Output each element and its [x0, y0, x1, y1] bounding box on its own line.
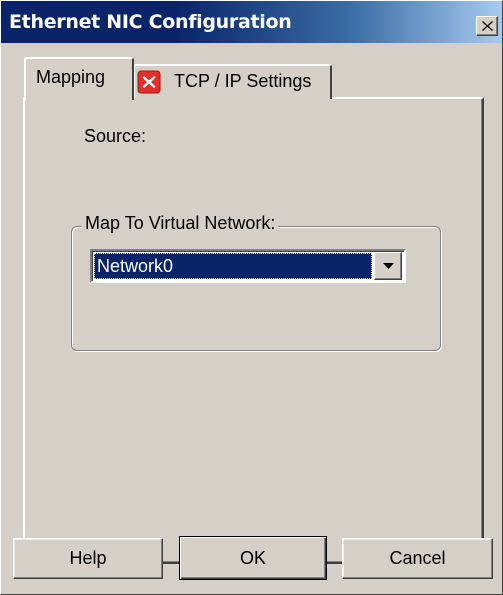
close-button[interactable] [476, 16, 498, 36]
help-button[interactable]: Help [13, 538, 163, 579]
tab-tcp-ip-label: TCP / IP Settings [174, 71, 312, 91]
network-select-value: Network0 [94, 253, 372, 279]
dialog-window: Ethernet NIC Configuration TCP / IP Sett… [0, 0, 503, 595]
close-icon [482, 21, 493, 31]
chevron-down-icon [383, 263, 394, 269]
window-title: Ethernet NIC Configuration [9, 11, 292, 33]
ok-button[interactable]: OK [179, 536, 327, 580]
map-to-network-group [71, 226, 441, 351]
cancel-button[interactable]: Cancel [342, 538, 493, 579]
dropdown-button[interactable] [374, 252, 402, 280]
group-label: Map To Virtual Network: [82, 213, 279, 234]
tab-tcp-ip-settings[interactable]: TCP / IP Settings [133, 64, 332, 99]
tab-mapping[interactable]: Mapping [24, 57, 134, 100]
source-label: Source: [84, 126, 147, 146]
network-select[interactable]: Network0 [90, 249, 406, 283]
title-bar[interactable]: Ethernet NIC Configuration [1, 1, 502, 43]
tab-mapping-label: Mapping [36, 67, 106, 87]
error-icon [137, 70, 161, 94]
